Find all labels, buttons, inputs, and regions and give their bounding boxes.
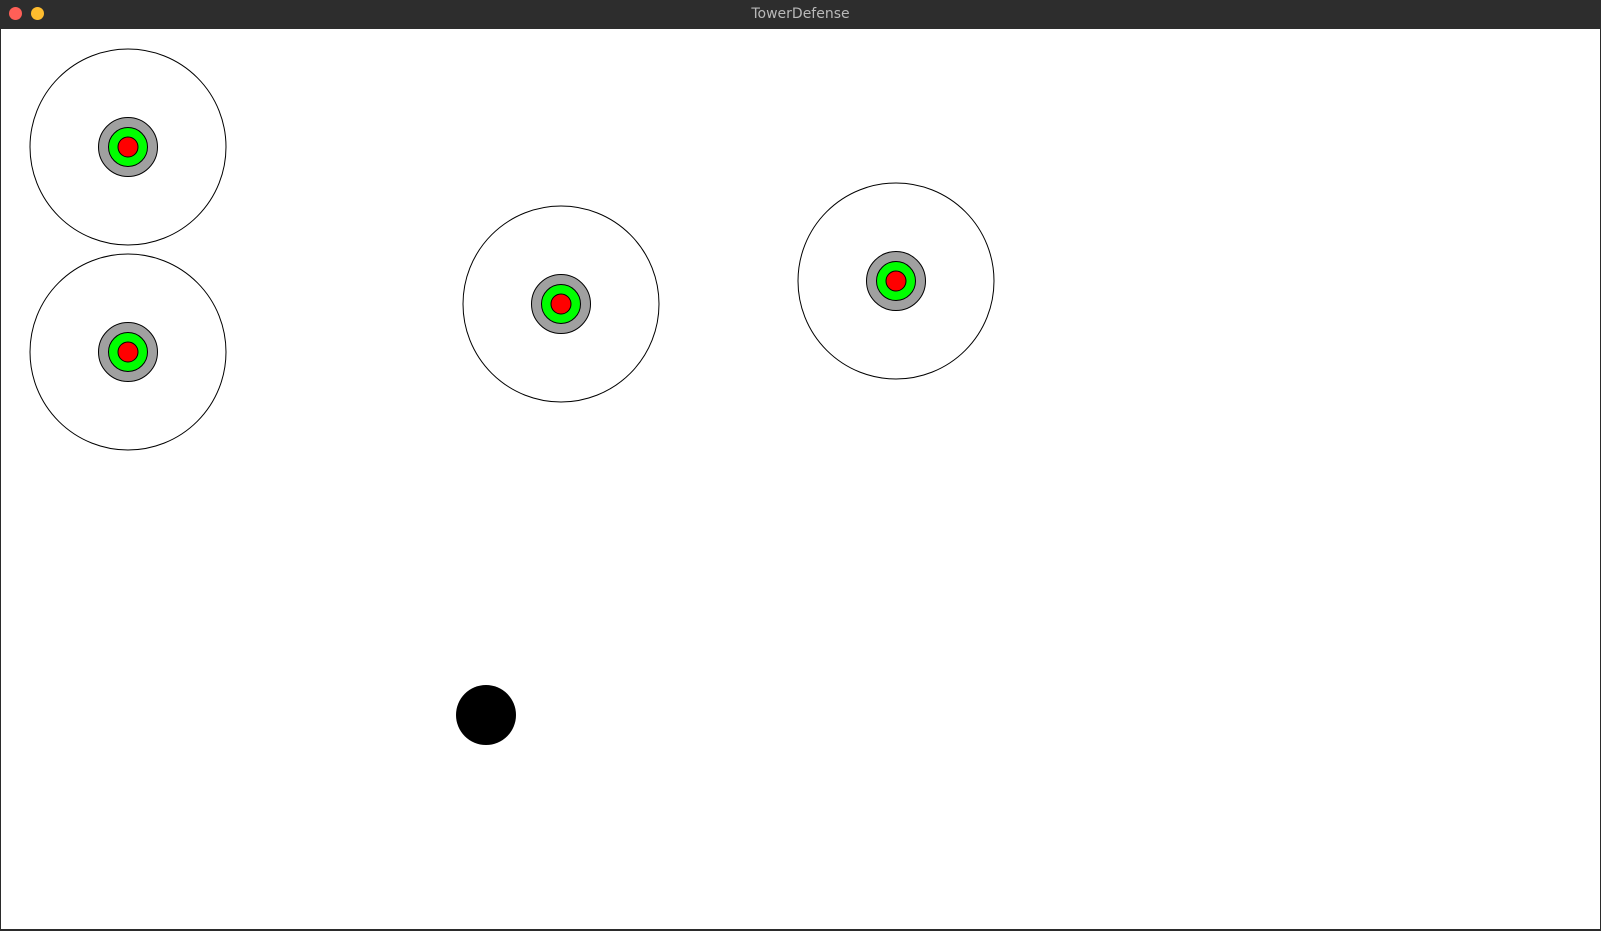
tower-2-core — [117, 341, 139, 363]
tower-2[interactable] — [29, 253, 227, 451]
enemy-1[interactable] — [456, 685, 516, 745]
game-window: TowerDefense — [0, 0, 1601, 931]
tower-1-core — [117, 136, 139, 158]
window-title: TowerDefense — [751, 6, 850, 22]
tower-4[interactable] — [797, 182, 995, 380]
tower-4-core — [885, 270, 907, 292]
tower-3-core — [550, 293, 572, 315]
game-canvas[interactable] — [1, 29, 1600, 929]
title-bar[interactable]: TowerDefense — [0, 0, 1601, 29]
game-field[interactable] — [1, 29, 1600, 929]
tower-1[interactable] — [29, 48, 227, 246]
tower-3[interactable] — [462, 205, 660, 403]
